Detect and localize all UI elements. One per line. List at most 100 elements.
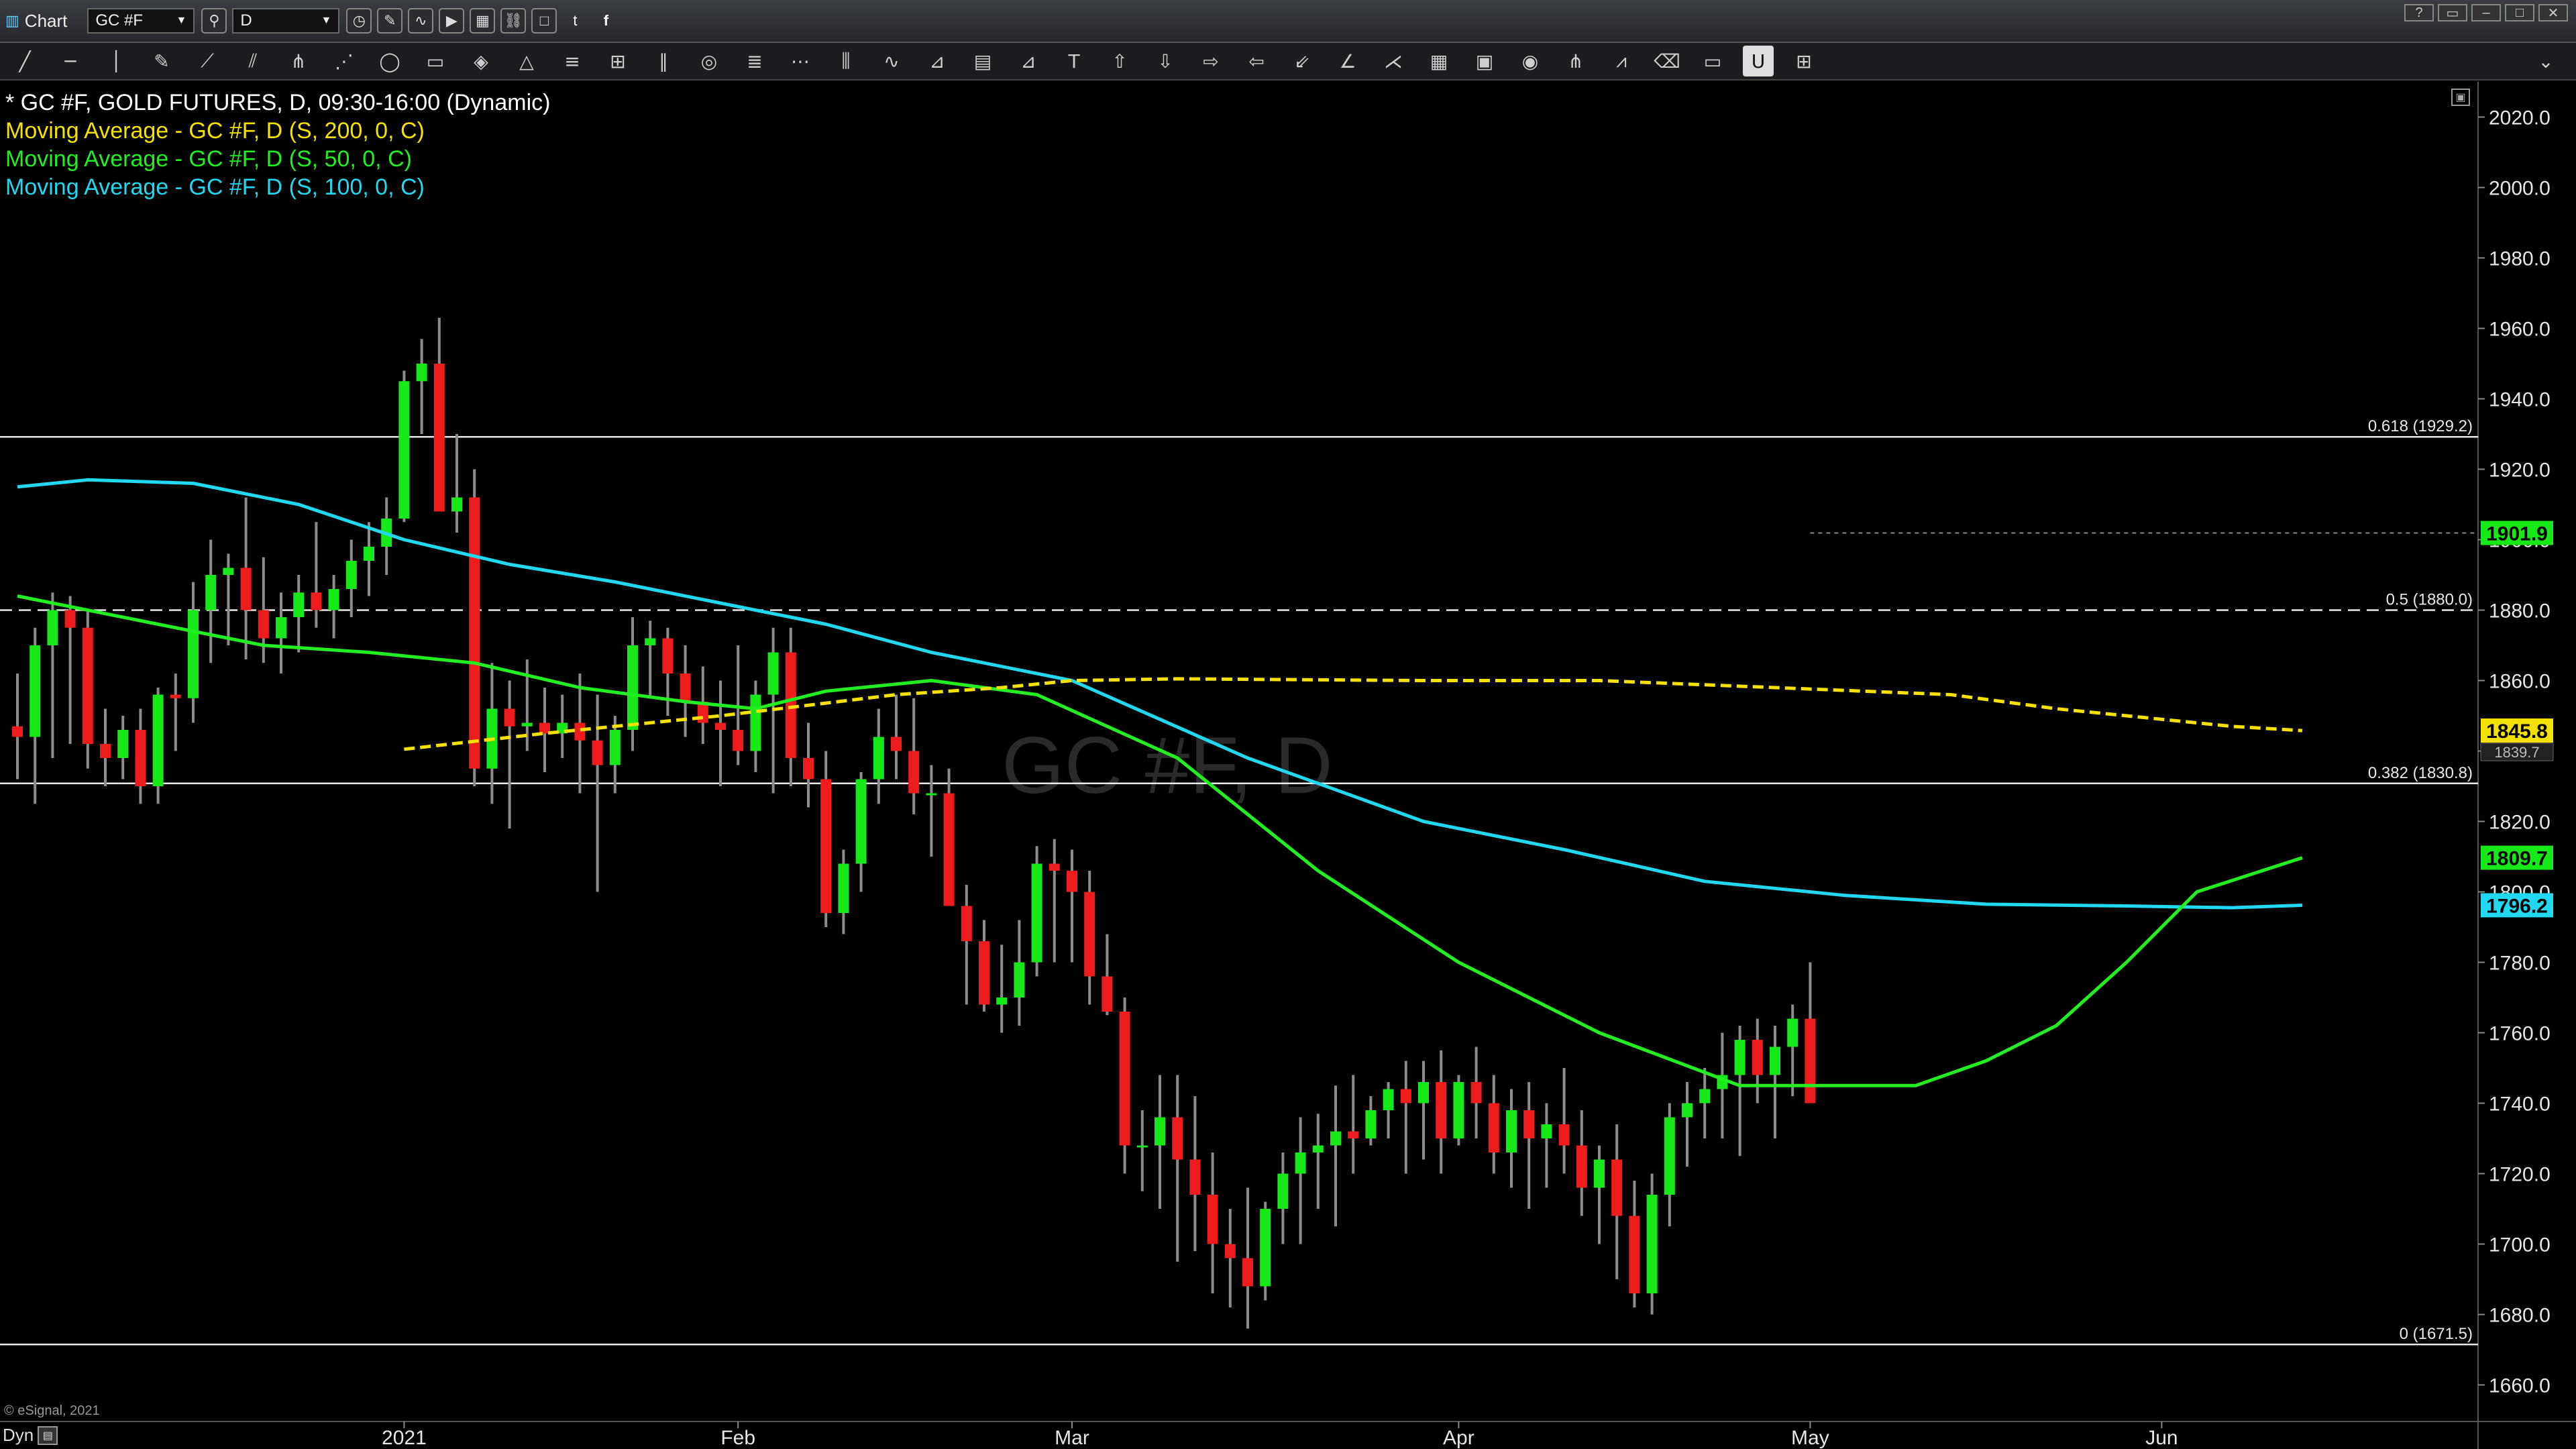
play-icon[interactable]: ▶ — [439, 8, 465, 34]
candle-body[interactable] — [1805, 1018, 1816, 1104]
candle-body[interactable] — [293, 592, 305, 617]
candle-body[interactable] — [1576, 1145, 1587, 1188]
candle-body[interactable] — [469, 497, 480, 769]
candle-body[interactable] — [30, 645, 41, 737]
dyn-control[interactable]: Dyn ▤ — [3, 1425, 58, 1446]
candle-body[interactable] — [609, 730, 621, 765]
candle-body[interactable] — [1558, 1124, 1570, 1146]
candle-body[interactable] — [1611, 1159, 1623, 1216]
arrow-down-icon[interactable]: ⇩ — [1150, 46, 1181, 76]
candle-body[interactable] — [170, 694, 181, 698]
candle-body[interactable] — [1383, 1089, 1394, 1111]
candle-body[interactable] — [345, 561, 357, 589]
cycle-tool-icon[interactable]: ⊞ — [602, 46, 633, 76]
candle-body[interactable] — [1049, 863, 1060, 871]
candle-body[interactable] — [1523, 1110, 1535, 1138]
candle-body[interactable] — [715, 722, 726, 731]
candle-body[interactable] — [838, 863, 849, 914]
candle-body[interactable] — [855, 779, 867, 864]
candle-body[interactable] — [891, 737, 902, 751]
settings-grid-icon[interactable]: ⊞ — [1788, 46, 1819, 76]
candle-body[interactable] — [1155, 1117, 1165, 1146]
candle-body[interactable] — [750, 694, 761, 751]
pencil-icon[interactable]: ✎ — [377, 8, 403, 34]
candle-body[interactable] — [152, 694, 164, 787]
candle-body[interactable] — [205, 575, 217, 610]
candle-body[interactable] — [979, 941, 989, 1005]
grid-icon[interactable]: ▦ — [1424, 46, 1454, 76]
candle-body[interactable] — [188, 610, 199, 698]
candle-body[interactable] — [1260, 1209, 1271, 1287]
link-icon[interactable]: ⚲ — [201, 8, 227, 34]
gann-icon[interactable]: ⊿ — [922, 46, 953, 76]
mob-icon[interactable]: ▣ — [1469, 46, 1500, 76]
candle-body[interactable] — [1646, 1195, 1658, 1293]
candle-body[interactable] — [733, 730, 744, 751]
candle-body[interactable] — [1734, 1040, 1746, 1075]
candle-body[interactable] — [1277, 1173, 1289, 1210]
wave-icon[interactable]: ∿ — [876, 46, 907, 76]
candle-body[interactable] — [1594, 1159, 1605, 1188]
candle-body[interactable] — [1541, 1124, 1552, 1138]
candle-body[interactable] — [135, 730, 146, 786]
pitchfork-icon[interactable]: ⋔ — [1560, 46, 1591, 76]
candle-body[interactable] — [1295, 1152, 1306, 1174]
candle-body[interactable] — [12, 726, 23, 737]
candle-body[interactable] — [398, 381, 410, 519]
fork-tool-icon[interactable]: ⋔ — [283, 46, 314, 76]
speed-lines-icon[interactable]: ⋯ — [785, 46, 816, 76]
candle-body[interactable] — [1470, 1082, 1482, 1104]
candle-body[interactable] — [1348, 1131, 1359, 1139]
arrow-up-icon[interactable]: ⇧ — [1104, 46, 1135, 76]
candle-body[interactable] — [1664, 1117, 1675, 1195]
candle-body[interactable] — [416, 364, 427, 382]
gann-box-icon[interactable]: ▤ — [967, 46, 998, 76]
template-icon[interactable]: ▦ — [470, 8, 496, 34]
candle-body[interactable] — [1067, 871, 1077, 892]
candle-body[interactable] — [627, 645, 638, 730]
candle-body[interactable] — [873, 737, 884, 780]
candle-body[interactable] — [1453, 1082, 1464, 1138]
erase-all-icon[interactable]: ⌫ — [1652, 46, 1682, 76]
candle-body[interactable] — [311, 592, 322, 610]
gann-fan-icon[interactable]: ⊿ — [1013, 46, 1044, 76]
square-icon[interactable]: □ — [531, 8, 557, 34]
wave-icon[interactable]: ∿ — [408, 8, 434, 34]
candle-body[interactable] — [662, 638, 674, 674]
candle-body[interactable] — [1014, 962, 1025, 998]
candle-body[interactable] — [1506, 1110, 1517, 1152]
restore-button[interactable]: ▭ — [2438, 4, 2467, 21]
candle-body[interactable] — [451, 497, 462, 512]
candle-body[interactable] — [1436, 1082, 1447, 1138]
candle-body[interactable] — [1084, 892, 1095, 977]
candle-body[interactable] — [1787, 1018, 1799, 1047]
legend-ma100[interactable]: Moving Average - GC #F, D (S, 100, 0, C) — [5, 173, 550, 201]
candle-body[interactable] — [1365, 1110, 1377, 1138]
fan-tool-icon[interactable]: ⋰ — [329, 46, 360, 76]
close-button[interactable]: ✕ — [2538, 4, 2568, 21]
magnet-icon[interactable]: U — [1743, 46, 1774, 76]
candle-body[interactable] — [767, 652, 779, 695]
candle-body[interactable] — [1207, 1195, 1218, 1244]
eraser-tool-icon[interactable]: ◈ — [466, 46, 496, 76]
candle-body[interactable] — [803, 758, 814, 780]
candle-body[interactable] — [1682, 1103, 1693, 1118]
trend-tool-icon[interactable]: ⟋ — [192, 46, 223, 76]
window-panel-icon[interactable]: ▣ — [2451, 89, 2470, 106]
candle-body[interactable] — [276, 617, 286, 639]
candle-body[interactable] — [1752, 1040, 1763, 1075]
candle-body[interactable] — [1172, 1117, 1183, 1160]
candle-body[interactable] — [1488, 1103, 1499, 1153]
candle-body[interactable] — [64, 610, 76, 628]
candle-body[interactable] — [592, 740, 603, 765]
candle-body[interactable] — [1770, 1046, 1780, 1075]
channel-tool-icon[interactable]: ⫽ — [237, 46, 268, 76]
candle-body[interactable] — [240, 568, 252, 610]
triangle-tool-icon[interactable]: △ — [511, 46, 542, 76]
candle-body[interactable] — [1102, 976, 1113, 1012]
candle-body[interactable] — [574, 722, 586, 741]
candle-body[interactable] — [1031, 863, 1042, 963]
arrow-down-left-icon[interactable]: ⇙ — [1287, 46, 1318, 76]
candle-body[interactable] — [117, 730, 129, 758]
dyn-box-icon[interactable]: ▤ — [38, 1426, 58, 1445]
